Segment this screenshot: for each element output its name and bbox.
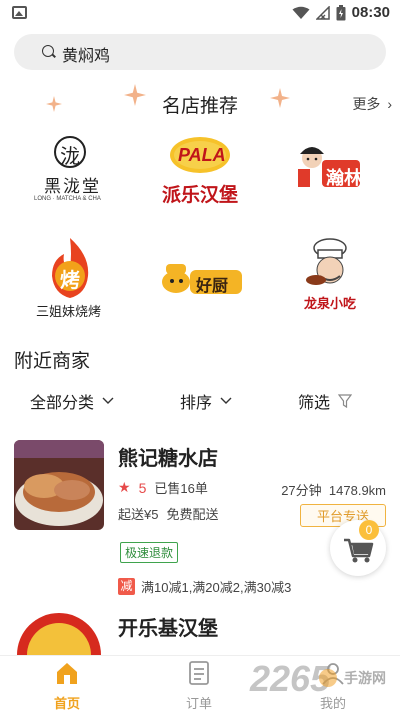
logo-wordmark: PALA xyxy=(178,145,226,165)
merchant-distance: 1478.9km xyxy=(328,483,386,498)
search-bar[interactable]: 黄焖鸡 xyxy=(14,34,386,70)
chevron-down-icon xyxy=(220,397,232,404)
logo-glyph: 泷 xyxy=(60,146,80,168)
promo-row: 减 满10减1,满20减2,满30减3 xyxy=(118,577,291,596)
merchant-name: 熊记糖水店 xyxy=(118,448,218,470)
recommend-header: 名店推荐 更多 › xyxy=(0,82,400,126)
wifi-icon xyxy=(292,6,310,19)
shop-name: 三姐妹烧烤 xyxy=(36,304,102,319)
sort-dropdown[interactable]: 排序 xyxy=(180,389,232,413)
merchant-rating: 5 xyxy=(138,479,147,496)
search-icon xyxy=(42,45,54,57)
merchant-time: 27分钟 xyxy=(281,483,322,498)
shop-name: 派乐汉堡 xyxy=(162,185,239,206)
merchant-sold: 已售16单 xyxy=(154,481,208,496)
logo-wordmark: 瀚林 xyxy=(326,168,362,188)
merchant-delivery: 起送¥5 免费配送 xyxy=(118,504,218,523)
shop-logo-pala[interactable]: PALA 派乐汉堡 xyxy=(140,130,260,215)
image-notification-icon xyxy=(12,6,27,19)
home-icon xyxy=(57,663,77,684)
shop-name: 黑泷堂 xyxy=(44,177,101,196)
shops-grid: 泷 黑泷堂 LONG · MATCHA & CHA PALA 派乐汉堡 瀚林 烤… xyxy=(0,130,400,320)
shop-logo-hanlin[interactable]: 瀚林 xyxy=(270,130,390,215)
more-label: 更多 xyxy=(352,96,381,112)
chevron-down-icon xyxy=(102,397,114,404)
promo-text: 满10减1,满20减2,满30减3 xyxy=(141,580,292,595)
filter-button[interactable]: 筛选 xyxy=(298,389,353,413)
funnel-icon xyxy=(338,394,353,408)
logo-glyph: 烤 xyxy=(60,270,80,292)
nearby-title: 附近商家 xyxy=(14,351,91,372)
signal-icon xyxy=(315,5,330,20)
category-label: 全部分类 xyxy=(30,395,95,412)
shop-logo-sanjiemei[interactable]: 烤 三姐妹烧烤 xyxy=(10,236,130,321)
order-list-icon xyxy=(189,661,209,685)
watermark-site: 手游网 xyxy=(344,670,386,686)
merchant-name: 开乐基汉堡 xyxy=(118,618,218,640)
watermark: 2265 手游网 xyxy=(246,656,400,711)
merchant-eta: 27分钟 1478.9km xyxy=(281,480,386,499)
filter-bar: 全部分类 排序 筛选 xyxy=(0,386,400,414)
min-order: 起送¥5 xyxy=(118,507,159,522)
shop-logo-longquan[interactable]: 龙泉小吃 xyxy=(270,236,390,321)
tab-home-label: 首页 xyxy=(53,696,80,711)
filter-label: 筛选 xyxy=(298,395,331,412)
search-input[interactable]: 黄焖鸡 xyxy=(62,42,110,66)
tab-orders-label: 订单 xyxy=(185,696,212,711)
discount-badge: 减 xyxy=(118,578,135,595)
status-bar: 08:30 xyxy=(0,0,400,28)
tab-home[interactable]: 首页 xyxy=(22,660,112,711)
category-dropdown[interactable]: 全部分类 xyxy=(30,389,114,413)
shop-logo-heilongtang[interactable]: 泷 黑泷堂 LONG · MATCHA & CHA xyxy=(10,130,130,215)
shop-subtitle: LONG · MATCHA & CHA xyxy=(34,196,101,202)
free-delivery: 免费配送 xyxy=(166,507,219,522)
cart-count-badge: 0 xyxy=(359,520,379,540)
fast-refund-tag: 极速退款 xyxy=(120,542,179,563)
more-link[interactable]: 更多 › xyxy=(352,94,392,114)
chevron-right-icon: › xyxy=(387,96,392,112)
merchant-stats: ★ 5 已售16单 xyxy=(118,478,208,497)
battery-icon xyxy=(336,4,346,20)
status-time: 08:30 xyxy=(351,4,390,21)
sort-label: 排序 xyxy=(180,395,213,412)
shop-name: 龙泉小吃 xyxy=(304,296,357,311)
star-icon: ★ xyxy=(118,479,131,495)
merchant-image xyxy=(14,440,104,530)
watermark-smile-icon xyxy=(319,669,337,687)
logo-wordmark: 好厨 xyxy=(196,278,229,295)
tab-orders[interactable]: 订单 xyxy=(154,660,244,711)
shop-logo-haochu[interactable]: 好厨 xyxy=(140,236,260,321)
recommend-title: 名店推荐 xyxy=(161,96,238,117)
